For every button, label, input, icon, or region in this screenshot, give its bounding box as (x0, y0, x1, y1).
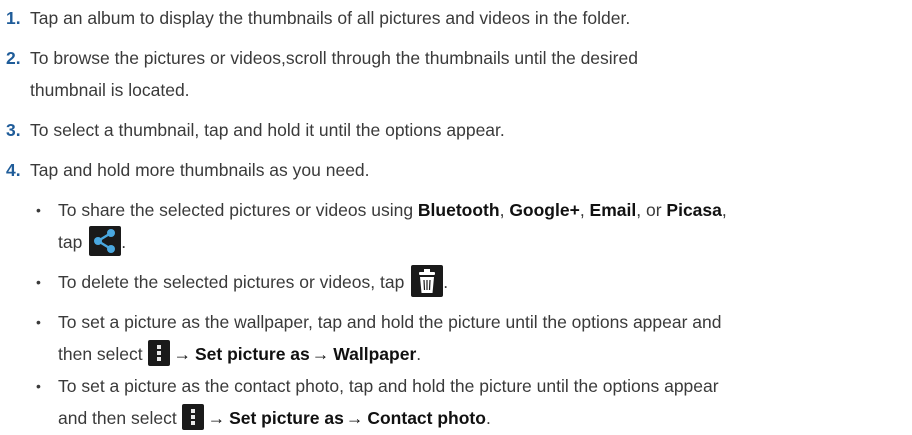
step-text: Tap an album to display the thumbnails o… (30, 8, 631, 28)
option-bluetooth: Bluetooth (417, 200, 500, 220)
option-google-plus: Google+ (509, 200, 580, 220)
bullet-text: To set a picture as the wallpaper, tap a… (58, 312, 722, 332)
period: . (443, 272, 449, 292)
menu-icon (181, 404, 204, 431)
separator: , (499, 200, 510, 220)
separator: , (721, 200, 727, 220)
step-2: 2. To browse the pictures or videos,scrol… (6, 42, 886, 106)
bullet-wallpaper: • To set a picture as the wallpaper, tap… (36, 306, 886, 370)
separator: , or (636, 200, 667, 220)
bullet-body: To delete the selected pictures or video… (36, 265, 886, 299)
bullet-dot: • (36, 274, 41, 290)
option-contact-photo: Contact photo (367, 408, 486, 428)
bullet-text: To set a picture as the contact photo, t… (58, 376, 719, 396)
period: . (485, 408, 491, 428)
period: . (121, 232, 127, 252)
option-email: Email (589, 200, 637, 220)
step-4: 4. Tap and hold more thumbnails as you ne… (6, 154, 886, 186)
separator: , (579, 200, 590, 220)
option-set-picture-as: Set picture as (229, 408, 344, 428)
bullet-share: • To share the selected pictures or vide… (36, 194, 886, 258)
bullet-delete: • To delete the selected pictures or vid… (36, 265, 886, 299)
bullet-dot: • (36, 202, 41, 218)
arrow: → (173, 344, 192, 364)
trash-icon (411, 265, 444, 298)
bullet-body: To set a picture as the wallpaper, tap a… (36, 306, 886, 370)
period: . (416, 344, 422, 364)
step-number: 3. (6, 120, 21, 140)
step-number: 4. (6, 160, 21, 180)
bullet-text: To share the selected pictures or videos… (58, 200, 418, 220)
step-number: 2. (6, 48, 21, 68)
share-icon (89, 226, 122, 257)
step-text-continued: thumbnail is located. (30, 80, 190, 100)
step-1: 1. Tap an album to display the thumbnails… (6, 2, 886, 34)
bullet-text: and then select (58, 408, 182, 428)
arrow: → (345, 408, 364, 428)
bullet-dot: • (36, 378, 41, 394)
bullet-contact: • To set a picture as the contact photo,… (36, 370, 886, 434)
arrow: → (207, 408, 226, 428)
bullet-text: To delete the selected pictures or video… (58, 272, 410, 292)
arrow: → (311, 344, 330, 364)
bullet-dot: • (36, 314, 41, 330)
step-text: To browse the pictures or videos,scroll … (30, 48, 638, 68)
bullet-body: To share the selected pictures or videos… (36, 194, 886, 258)
menu-icon (147, 340, 170, 367)
option-picasa: Picasa (666, 200, 722, 220)
bullet-text: tap (58, 232, 88, 252)
step-3: 3. To select a thumbnail, tap and hold it… (6, 114, 886, 146)
step-text: Tap and hold more thumbnails as you need… (30, 160, 370, 180)
option-set-picture-as: Set picture as (195, 344, 310, 364)
step-text: To select a thumbnail, tap and hold it u… (30, 120, 505, 140)
option-wallpaper: Wallpaper (333, 344, 417, 364)
bullet-body: To set a picture as the contact photo, t… (36, 370, 886, 434)
bullet-text: then select (58, 344, 148, 364)
step-number: 1. (6, 8, 21, 28)
